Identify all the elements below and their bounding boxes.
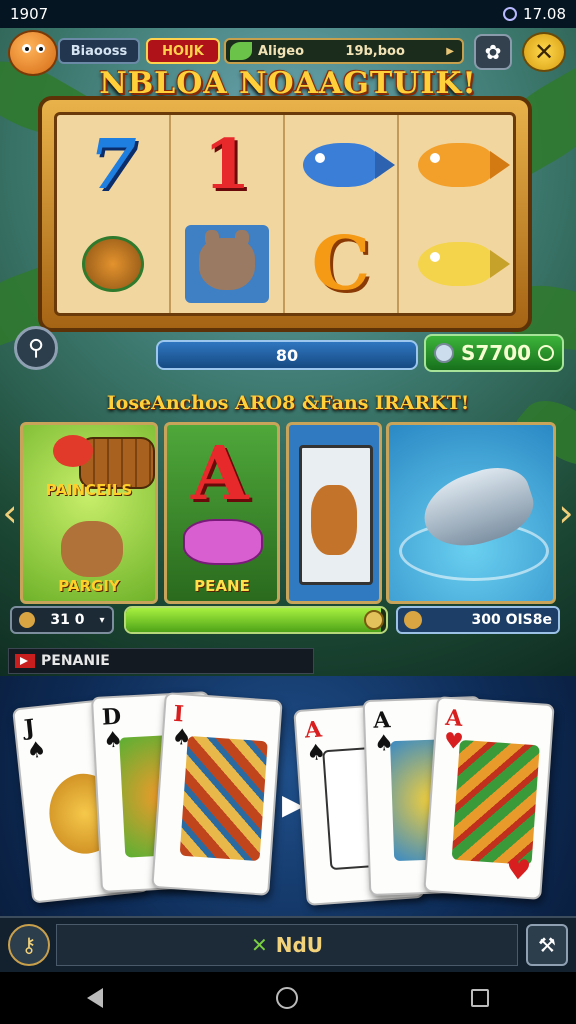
recents-icon[interactable] (471, 989, 490, 1007)
reel-cell: 7 (57, 115, 171, 214)
reward-value: 300 OIS8e (471, 612, 552, 628)
home-icon[interactable] (275, 987, 298, 1009)
bonus-progress-bar (124, 606, 388, 634)
bottom-bar: ⚷ ✕ NdU ⚒ (0, 916, 576, 972)
letter-a-symbol: A (191, 431, 249, 517)
card-right-3[interactable]: A ♥ ♥ (423, 696, 555, 900)
bonus-panel-1[interactable]: PAINCEILS PARGIY (20, 422, 158, 604)
bonus-panel-4[interactable] (386, 422, 556, 604)
hot-badge[interactable]: HOIJK (146, 38, 220, 64)
swords-icon: ✕ (250, 933, 268, 957)
card-art (179, 735, 268, 862)
card-rank: A (303, 716, 323, 744)
main-action-label: NdU (275, 933, 324, 957)
battery-icon (503, 7, 518, 21)
one-symbol: 1 (203, 124, 251, 205)
critter-symbol (185, 224, 269, 303)
card-rank: D (101, 703, 122, 731)
reel-cell (171, 214, 285, 313)
chevron-right-icon[interactable]: › (556, 478, 576, 548)
paw-settings-button[interactable]: ✿ (474, 34, 512, 70)
blue-fish-symbol (303, 142, 395, 187)
coin-icon (434, 343, 454, 363)
heart-pip: ♥ (504, 852, 533, 888)
status-right: 17.08 (503, 5, 566, 23)
section-tag: PENANIE (8, 648, 314, 674)
close-icon: ✕ (533, 38, 555, 66)
key-icon: ⚷ (21, 933, 37, 957)
reel-cell (399, 115, 513, 214)
panel2-label: PEANE (194, 577, 250, 595)
orange-fish-symbol (418, 142, 510, 187)
chevron-right-icon: ▶ (446, 45, 454, 57)
back-icon[interactable] (86, 988, 103, 1008)
currency-label: Aligeo (258, 43, 305, 59)
win-bar[interactable]: S7700 (424, 334, 564, 372)
player-name[interactable]: Biaooss (58, 38, 140, 64)
crab-art (53, 435, 93, 467)
slot-reels: 7 1 C (54, 112, 516, 316)
bet-value: 80 (275, 345, 299, 365)
status-time: 1907 (10, 5, 49, 23)
turtle-symbol (82, 235, 144, 292)
panel1-bottom-label: PARGIY (58, 577, 120, 595)
seven-symbol: 7 (89, 124, 137, 205)
pig-art (183, 519, 263, 565)
flag-icon (15, 654, 35, 668)
status-battery: 17.08 (523, 5, 566, 23)
reel-cell: 1 (171, 115, 285, 214)
paw-icon: ✿ (484, 40, 502, 64)
bonus-panel-3[interactable] (286, 422, 382, 604)
card-art (451, 739, 540, 866)
panel1-top-label: PAINCEILS (45, 481, 133, 499)
tools-button[interactable]: ⚒ (526, 924, 568, 966)
count-value: 31 0 (50, 612, 85, 628)
chevron-down-icon: ▾ (99, 614, 105, 626)
progress-fill (126, 608, 381, 632)
reel-cell (399, 214, 513, 313)
chevron-left-icon[interactable]: ‹ (0, 478, 20, 548)
card-rank: J (22, 714, 36, 742)
card-rank: A (444, 704, 464, 732)
reward-pill[interactable]: 300 OIS8e (396, 606, 560, 634)
card-rank: A (372, 707, 391, 734)
section-tag-label: PENANIE (41, 653, 110, 669)
status-bar: 1907 17.08 (0, 0, 576, 28)
reel-cell (57, 214, 171, 313)
card-suit: ♠ (25, 737, 48, 765)
coin-icon (19, 612, 36, 628)
c-symbol: C (311, 220, 371, 307)
bear-art (61, 521, 123, 577)
bonus-panel-2[interactable]: A PEANE (164, 422, 280, 604)
bonus-title: IoseAnchos ARO8 &Fans IRARKT! (106, 392, 470, 414)
circle-icon (537, 345, 554, 361)
otter-art (311, 485, 357, 555)
bet-bar[interactable]: 80 (156, 340, 418, 370)
card-rank: I (172, 700, 185, 728)
reel-cell: C (285, 214, 399, 313)
count-pill[interactable]: 31 0 ▾ (10, 606, 114, 634)
key-button[interactable]: ⚷ (8, 924, 50, 966)
coin-icon (404, 611, 422, 629)
magnifier-icon: ⚲ (27, 335, 45, 361)
currency-value: 19b,boo (345, 43, 405, 59)
reel-cell (285, 115, 399, 214)
gem-icon (230, 42, 252, 60)
main-action-button[interactable]: ✕ NdU (56, 924, 518, 966)
progress-knob (364, 610, 384, 630)
tools-icon: ⚒ (538, 933, 556, 957)
slot-machine: 7 1 C (38, 96, 532, 332)
card-left-3[interactable]: I ♠ (151, 692, 283, 896)
zoom-button[interactable]: ⚲ (14, 326, 58, 370)
system-nav-bar (0, 972, 576, 1024)
win-value: S7700 (460, 341, 532, 365)
currency-bar[interactable]: Aligeo 19b,boo ▶ (224, 38, 464, 64)
yellow-fish-symbol (418, 241, 510, 286)
